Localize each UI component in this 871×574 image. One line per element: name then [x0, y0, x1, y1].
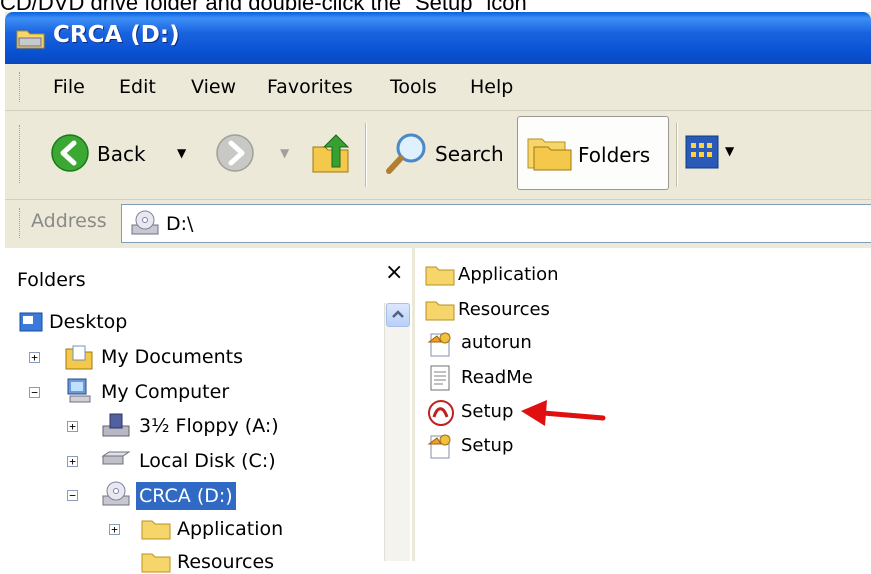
- folder-icon: [141, 520, 171, 540]
- folders-icon: [527, 138, 572, 171]
- folder-icon: [141, 553, 171, 573]
- back-button[interactable]: Back ▼: [45, 125, 205, 181]
- desktop-icon: [19, 312, 43, 332]
- forward-dropdown-icon[interactable]: ▼: [280, 146, 289, 160]
- expand-application[interactable]: +: [109, 524, 120, 535]
- my-computer-icon: [67, 378, 91, 403]
- text-file-icon: [430, 365, 450, 391]
- back-arrow-icon: [51, 134, 89, 172]
- content-area: Folders × Desktop + My Documents − My Co…: [5, 248, 871, 573]
- menu-favorites[interactable]: Favorites: [267, 76, 353, 98]
- search-icon: [386, 133, 426, 174]
- tree-item-crca-drive[interactable]: CRCA (D:): [136, 482, 236, 510]
- toolbar-separator: [365, 123, 367, 187]
- folders-pane: Folders × Desktop + My Documents − My Co…: [5, 248, 415, 573]
- tree-item-my-documents[interactable]: My Documents: [101, 346, 243, 368]
- tree-item-floppy[interactable]: 3½ Floppy (A:): [139, 415, 279, 437]
- file-item-application[interactable]: Application: [458, 264, 559, 285]
- file-item-resources[interactable]: Resources: [458, 299, 550, 320]
- views-dropdown-icon[interactable]: ▼: [725, 144, 734, 158]
- title-bar[interactable]: CRCA (D:): [5, 12, 871, 64]
- collapse-crca-drive[interactable]: −: [67, 490, 78, 501]
- folders-button[interactable]: Folders: [517, 116, 669, 190]
- collapse-my-computer[interactable]: −: [29, 387, 40, 398]
- tree-item-application[interactable]: Application: [177, 518, 283, 540]
- back-dropdown-icon[interactable]: ▼: [177, 146, 186, 160]
- tree-scrollbar[interactable]: [384, 303, 410, 561]
- search-button[interactable]: Search: [377, 125, 507, 181]
- menubar-grip[interactable]: [19, 72, 23, 102]
- folders-label: Folders: [578, 143, 651, 167]
- forward-arrow-icon: [216, 134, 254, 172]
- hard-disk-icon: [101, 451, 131, 465]
- menu-bar: File Edit View Favorites Tools Help: [5, 64, 871, 111]
- expand-floppy[interactable]: +: [67, 421, 78, 432]
- toolbar-separator: [676, 123, 678, 187]
- search-label: Search: [435, 142, 504, 166]
- address-label: Address: [31, 210, 107, 232]
- views-button[interactable]: ▼: [683, 133, 753, 173]
- menu-file[interactable]: File: [53, 76, 85, 98]
- acrobat-setup-icon: [428, 400, 454, 426]
- cd-drive-icon: [102, 481, 130, 506]
- tree-item-resources[interactable]: Resources: [177, 551, 274, 573]
- addressbar-grip[interactable]: [19, 208, 23, 238]
- folders-pane-title: Folders: [17, 269, 86, 291]
- file-item-readme[interactable]: ReadMe: [461, 367, 533, 388]
- setup-info-icon: [427, 434, 451, 459]
- cd-drive-icon: [131, 210, 159, 235]
- file-item-autorun[interactable]: autorun: [461, 332, 532, 353]
- red-arrow-annotation: [521, 400, 606, 426]
- file-item-setup-acrobat[interactable]: Setup: [461, 401, 513, 422]
- my-documents-folder-icon: [65, 345, 93, 370]
- explorer-window: CRCA (D:) File Edit View Favorites Tools…: [5, 12, 871, 573]
- up-folder-icon[interactable]: [310, 133, 352, 177]
- expand-local-disk[interactable]: +: [67, 456, 78, 467]
- address-bar: Address D:\: [5, 200, 871, 247]
- setup-info-icon: [427, 332, 451, 357]
- expand-my-documents[interactable]: +: [29, 352, 40, 363]
- menu-help[interactable]: Help: [470, 76, 513, 98]
- toolbar-grip[interactable]: [19, 125, 23, 183]
- tree-item-desktop[interactable]: Desktop: [49, 311, 127, 333]
- address-value: D:\: [166, 213, 194, 235]
- drive-folder-icon: [16, 30, 45, 49]
- file-item-setup[interactable]: Setup: [461, 435, 513, 456]
- folder-icon: [425, 301, 455, 321]
- floppy-drive-icon: [102, 413, 130, 437]
- standard-toolbar: Back ▼ ▼ Search Folders ▼: [5, 111, 871, 200]
- tree-item-local-disk[interactable]: Local Disk (C:): [139, 450, 276, 472]
- menu-tools[interactable]: Tools: [390, 76, 437, 98]
- address-input[interactable]: D:\: [121, 204, 871, 243]
- views-grid-icon: [685, 135, 719, 169]
- menu-view[interactable]: View: [191, 76, 236, 98]
- menu-edit[interactable]: Edit: [119, 76, 156, 98]
- tree-item-my-computer[interactable]: My Computer: [101, 381, 229, 403]
- close-icon[interactable]: ×: [385, 260, 403, 285]
- window-title: CRCA (D:): [53, 22, 180, 48]
- forward-button[interactable]: ▼: [210, 125, 300, 181]
- folder-icon: [425, 266, 455, 286]
- chevron-up-icon: [392, 310, 404, 318]
- scroll-up-button[interactable]: [386, 303, 410, 327]
- back-label: Back: [97, 142, 146, 166]
